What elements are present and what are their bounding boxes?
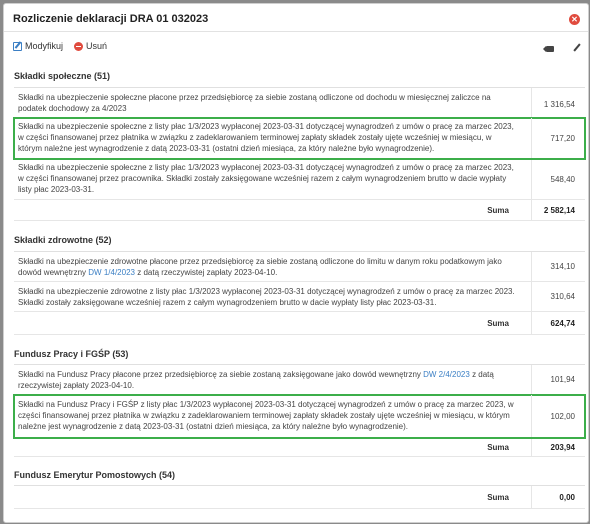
social-table: Składki na ubezpieczenie społeczne płaco…	[13, 87, 586, 221]
delete-button[interactable]: Usuń	[74, 41, 107, 51]
row-amount: 310,64	[550, 292, 575, 301]
sum-row: Suma 624,74	[14, 312, 585, 335]
sum-label: Suma	[487, 206, 509, 215]
section-title-health: Składki zdrowotne (52)	[14, 235, 112, 245]
sum-row: Suma 0,00	[14, 486, 585, 509]
edit-icon	[13, 41, 22, 51]
section-title-social: Składki społeczne (51)	[14, 71, 111, 81]
row-description: Składki na ubezpieczenie społeczne z lis…	[18, 163, 514, 194]
row-description: Składki na ubezpieczenie społeczne z lis…	[18, 122, 514, 153]
table-row: Składki na ubezpieczenie zdrowotne płaco…	[14, 252, 585, 282]
sum-row: Suma 203,94	[14, 438, 585, 457]
row-description: Składki na Fundusz Pracy płacone przez p…	[18, 370, 494, 390]
edit-button-label: Modyfikuj	[25, 41, 64, 51]
settlement-dialog: Rozliczenie deklaracji DRA 01 032023 ✕ M…	[3, 3, 589, 523]
row-description: Składki na ubezpieczenie zdrowotne płaco…	[18, 257, 502, 277]
sum-value: 2 582,14	[543, 206, 575, 215]
sum-value: 203,94	[550, 443, 575, 452]
table-row: Składki na ubezpieczenie społeczne płaco…	[14, 88, 585, 118]
section-title-bridging-pension: Fundusz Emerytur Pomostowych (54)	[14, 470, 176, 480]
row-amount: 101,94	[550, 375, 575, 384]
table-row-highlighted: Składki na Fundusz Pracy i FGŚP z listy …	[13, 394, 586, 439]
row-amount: 102,00	[550, 412, 575, 421]
sum-label: Suma	[487, 443, 509, 452]
dialog-content: Składki społeczne (51) Składki na ubezpi…	[4, 54, 588, 522]
dialog-title: Rozliczenie deklaracji DRA 01 032023	[13, 13, 209, 25]
delete-button-label: Usuń	[86, 41, 108, 51]
row-amount: 717,20	[550, 134, 575, 143]
toolbar: Modyfikuj Usuń	[4, 32, 588, 54]
row-amount: 548,40	[550, 175, 575, 184]
document-link[interactable]: DW 2/4/2023	[423, 370, 470, 379]
table-row: Składki na Fundusz Pracy płacone przez p…	[14, 365, 585, 395]
table-row: Składki na ubezpieczenie społeczne z lis…	[14, 159, 585, 200]
section-title-labour-fund: Fundusz Pracy i FGŚP (53)	[14, 349, 129, 359]
row-description: Składki na ubezpieczenie społeczne płaco…	[18, 93, 491, 113]
row-description: Składki na Fundusz Pracy i FGŚP z listy …	[18, 400, 514, 431]
table-row-highlighted: Składki na ubezpieczenie społeczne z lis…	[13, 117, 586, 160]
labour-fund-table: Składki na Fundusz Pracy płacone przez p…	[13, 364, 586, 457]
sum-row: Suma 2 582,14	[14, 200, 585, 221]
document-link[interactable]: DW 1/4/2023	[88, 268, 135, 277]
sum-value: 624,74	[550, 319, 575, 328]
close-icon[interactable]: ✕	[569, 14, 580, 25]
sum-label: Suma	[487, 319, 509, 328]
pencil-icon[interactable]	[573, 43, 581, 52]
delete-icon	[74, 41, 83, 51]
bridging-pension-table: Suma 0,00	[14, 485, 585, 509]
table-row: Składki na ubezpieczenie zdrowotne z lis…	[14, 282, 585, 312]
dialog-titlebar: Rozliczenie deklaracji DRA 01 032023 ✕	[4, 4, 588, 32]
health-table: Składki na ubezpieczenie zdrowotne płaco…	[14, 251, 585, 335]
tag-icon[interactable]	[543, 46, 554, 52]
sum-value: 0,00	[559, 493, 575, 502]
sum-label: Suma	[487, 493, 509, 502]
row-amount: 314,10	[550, 262, 575, 271]
row-amount: 1 316,54	[543, 100, 575, 109]
row-description: Składki na ubezpieczenie zdrowotne z lis…	[18, 287, 515, 307]
edit-button[interactable]: Modyfikuj	[13, 41, 63, 51]
